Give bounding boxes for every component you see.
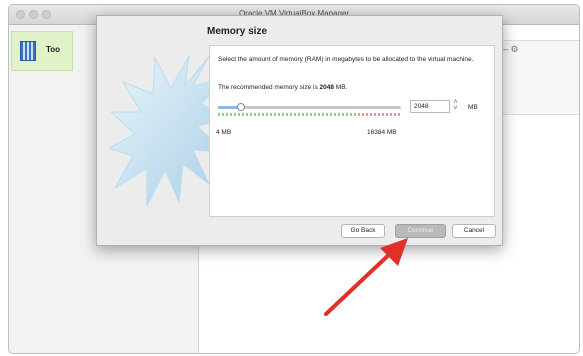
sidebar-item-label: Too bbox=[46, 45, 61, 54]
slider-min-label: 4 MB bbox=[216, 129, 232, 136]
recommended-prefix: The recommended memory size is bbox=[218, 84, 320, 91]
memory-size-input[interactable]: 2048 bbox=[410, 100, 450, 113]
memory-description: Select the amount of memory (RAM) in meg… bbox=[218, 56, 474, 63]
recommended-memory-text: The recommended memory size is 2048 MB. bbox=[218, 84, 347, 91]
memory-settings-panel: Select the amount of memory (RAM) in meg… bbox=[209, 45, 495, 217]
memory-slider[interactable] bbox=[218, 103, 401, 111]
slider-max-label: 16384 MB bbox=[367, 129, 397, 136]
memory-size-dialog: Memory size Select the amount of memory … bbox=[96, 15, 503, 246]
memory-unit-label: MB bbox=[468, 104, 478, 111]
cancel-button[interactable]: Cancel bbox=[452, 224, 496, 238]
memory-stepper[interactable]: ˄ ˅ bbox=[452, 99, 459, 113]
memory-slider-thumb[interactable] bbox=[236, 103, 245, 111]
tools-icon bbox=[20, 41, 36, 61]
dialog-title: Memory size bbox=[207, 26, 268, 37]
recommended-suffix: MB. bbox=[333, 84, 348, 91]
red-arrow-annotation-icon bbox=[324, 238, 408, 316]
memory-range-ticks bbox=[218, 113, 401, 116]
recommended-value: 2048 bbox=[319, 84, 334, 91]
sidebar-item-tools[interactable]: Too bbox=[11, 31, 73, 71]
